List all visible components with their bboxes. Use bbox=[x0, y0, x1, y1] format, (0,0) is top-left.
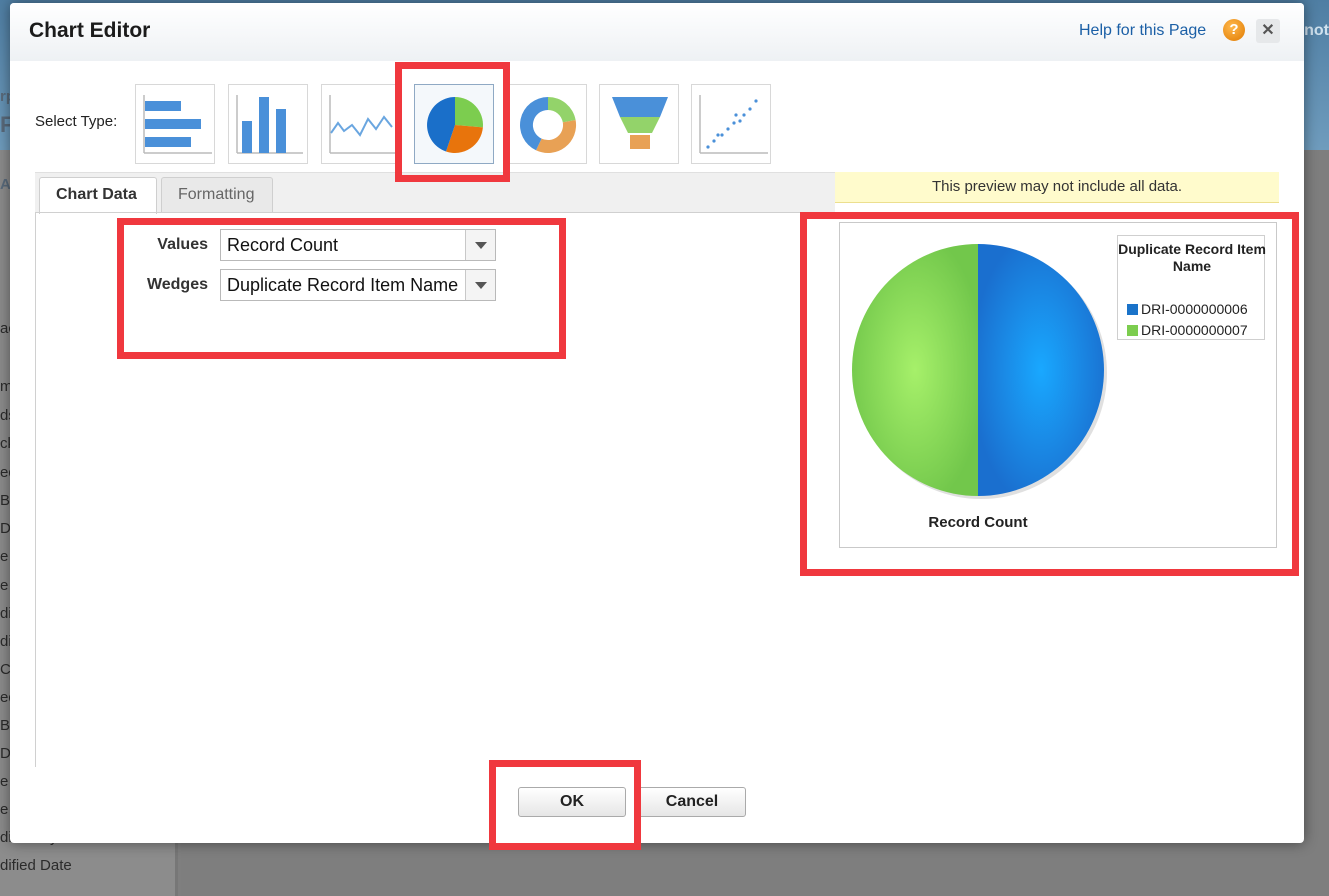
line-chart-icon bbox=[329, 95, 398, 154]
wedges-select[interactable]: Duplicate Record Item Name bbox=[220, 269, 496, 301]
preview-note: This preview may not include all data. bbox=[835, 172, 1279, 203]
values-select[interactable]: Record Count bbox=[220, 229, 496, 261]
pie-slice-DRI-0000000007[interactable] bbox=[852, 244, 978, 496]
cancel-button[interactable]: Cancel bbox=[638, 787, 746, 817]
background-text-fragment: e bbox=[0, 577, 9, 594]
pie-chart bbox=[852, 244, 1107, 499]
divider bbox=[35, 212, 36, 767]
chart-type-vertical-bar-button[interactable] bbox=[228, 84, 308, 164]
wedges-label: Wedges bbox=[146, 276, 208, 293]
chart-type-line-button[interactable] bbox=[321, 84, 401, 164]
values-label: Values bbox=[157, 236, 208, 253]
close-button[interactable]: ✕ bbox=[1256, 19, 1280, 43]
help-icon[interactable]: ? bbox=[1223, 19, 1245, 41]
legend-item-label: DRI-0000000006 bbox=[1141, 301, 1248, 317]
chart-type-horizontal-bar-button[interactable] bbox=[135, 84, 215, 164]
tab-chart-data[interactable]: Chart Data bbox=[39, 177, 157, 214]
legend-swatch bbox=[1127, 325, 1138, 336]
legend-item: DRI-0000000006 bbox=[1127, 301, 1248, 317]
background-text-fragment: B bbox=[0, 492, 11, 509]
background-text-fragment: e bbox=[0, 773, 9, 790]
legend-item-label: DRI-0000000007 bbox=[1141, 322, 1248, 338]
chart-preview: Record Count Duplicate Record Item Name … bbox=[839, 222, 1277, 548]
background-header-text: not bbox=[1304, 22, 1329, 39]
horizontal-bar-chart-icon bbox=[143, 95, 212, 154]
chart-legend: Duplicate Record Item Name DRI-000000000… bbox=[1117, 235, 1266, 340]
legend-item: DRI-0000000007 bbox=[1127, 322, 1248, 338]
ok-button[interactable]: OK bbox=[518, 787, 626, 817]
dialog-title: Chart Editor bbox=[29, 19, 151, 42]
divider bbox=[35, 212, 835, 213]
background-text-fragment: dified Date bbox=[0, 857, 72, 874]
help-link[interactable]: Help for this Page bbox=[1079, 22, 1206, 40]
chart-type-scatter-button[interactable] bbox=[691, 84, 771, 164]
values-select-value: Record Count bbox=[227, 235, 339, 255]
pie-chart-icon bbox=[427, 97, 484, 153]
select-type-label: Select Type: bbox=[35, 113, 118, 130]
pie-axis-label: Record Count bbox=[928, 514, 1028, 531]
background-text-fragment: e bbox=[0, 548, 9, 565]
legend-swatch bbox=[1127, 304, 1138, 315]
wedges-select-value: Duplicate Record Item Name bbox=[227, 275, 459, 295]
pie-slice-DRI-0000000006[interactable] bbox=[978, 244, 1104, 496]
legend-title: Duplicate Record Item Name bbox=[1118, 241, 1266, 274]
chart-type-donut-button[interactable] bbox=[507, 84, 587, 164]
chevron-down-icon[interactable] bbox=[465, 270, 495, 300]
chart-type-funnel-button[interactable] bbox=[599, 84, 679, 164]
donut-chart-icon bbox=[519, 96, 577, 154]
background-text-fragment: e bbox=[0, 801, 9, 818]
chart-type-pie-button[interactable] bbox=[414, 84, 494, 164]
chevron-down-icon[interactable] bbox=[465, 230, 495, 260]
background-text-fragment: B bbox=[0, 717, 11, 734]
scatter-chart-icon bbox=[699, 95, 768, 154]
tab-formatting[interactable]: Formatting bbox=[161, 177, 273, 213]
funnel-chart-icon bbox=[612, 97, 668, 149]
vertical-bar-chart-icon bbox=[236, 95, 303, 154]
chart-editor-dialog: Chart Editor Help for this Page ? ✕ Sele… bbox=[10, 3, 1304, 843]
